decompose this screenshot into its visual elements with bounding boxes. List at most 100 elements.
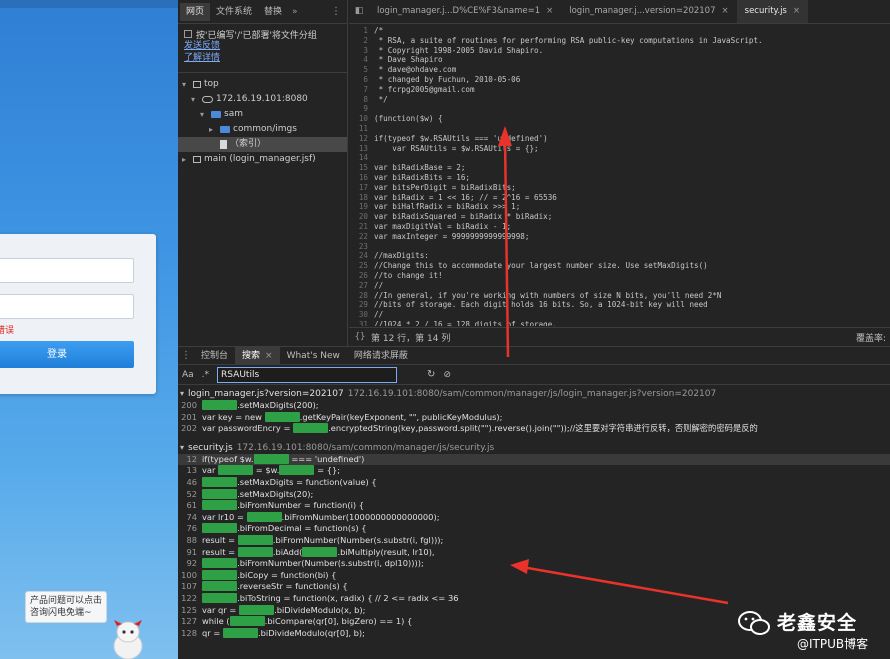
result-line[interactable]: 61 RSAUtils.biFromNumber = function(i) { <box>178 500 890 512</box>
line-number[interactable]: 22 <box>349 232 374 242</box>
result-line[interactable]: 201 var key = new RSAUtils.getKeyPair(key… <box>178 411 890 424</box>
tree-item[interactable]: ▾ top <box>178 77 347 92</box>
line-number[interactable]: 28 <box>349 291 374 301</box>
tree-item[interactable]: ▸ main (login_manager.jsf) <box>178 152 347 167</box>
refresh-icon[interactable]: ↻ <box>427 369 435 380</box>
line-number[interactable]: 9 <box>349 104 374 114</box>
line-number[interactable]: 7 <box>349 85 374 95</box>
editor-tab[interactable]: security.js × <box>736 0 808 23</box>
line-number[interactable]: 13 <box>349 144 374 154</box>
line-number[interactable]: 14 <box>349 153 374 163</box>
drawer-tab[interactable]: 控制台 <box>194 347 235 365</box>
group-checkbox[interactable] <box>184 30 192 38</box>
line-number[interactable]: 16 <box>349 173 374 183</box>
more-tabs-button[interactable]: » <box>288 7 302 17</box>
line-number[interactable]: 26 <box>349 271 374 281</box>
tree-item[interactable]: ▾ sam <box>178 107 347 122</box>
line-number[interactable]: 30 <box>349 310 374 320</box>
close-icon[interactable]: × <box>546 6 553 16</box>
line-number[interactable]: 1 <box>349 26 374 36</box>
line-number[interactable]: 5 <box>349 65 374 75</box>
clear-icon[interactable]: ⊘ <box>443 370 451 380</box>
code-view[interactable]: 1/* 2 * RSA, a suite of routines for perf… <box>349 26 890 326</box>
line-number[interactable]: 24 <box>349 251 374 261</box>
close-icon[interactable]: × <box>722 6 729 16</box>
tree-item[interactable]: ▸ common/imgs <box>178 122 347 137</box>
collapsed-arrow-icon[interactable]: ▸ <box>209 122 217 137</box>
login-button[interactable]: 登录 <box>0 341 134 368</box>
line-number[interactable]: 18 <box>349 193 374 203</box>
expanded-arrow-icon[interactable]: ▾ <box>191 92 199 107</box>
collapsed-arrow-icon[interactable]: ▸ <box>182 152 190 167</box>
line-number[interactable]: 31 <box>349 320 374 326</box>
pretty-print-button[interactable]: {} <box>349 332 371 342</box>
mascot-icon[interactable] <box>108 620 148 659</box>
line-number[interactable]: 21 <box>349 222 374 232</box>
close-icon[interactable]: × <box>793 6 800 16</box>
group-by-authored-row[interactable]: 按'已编写'/'已部署'将文件分组 <box>178 24 347 41</box>
result-line[interactable]: 12 if(typeof $w.RSAUtils === 'undefined') <box>178 453 890 466</box>
line-number[interactable]: 4 <box>349 55 374 65</box>
match-highlight: RSAUtils <box>302 546 338 557</box>
result-line[interactable]: 88 result = RSAUtils.biFromNumber(Number(… <box>178 534 890 547</box>
result-line[interactable]: 92 RSAUtils.biFromNumber(Number(s.substr(… <box>178 558 890 570</box>
tab-filesystem[interactable]: 文件系统 <box>210 3 258 21</box>
line-number[interactable]: 23 <box>349 242 374 252</box>
result-file-header[interactable]: ▾ login_manager.js?version=202107 172.16.1… <box>178 387 890 400</box>
line-number[interactable]: 3 <box>349 46 374 56</box>
line-number[interactable]: 8 <box>349 95 374 105</box>
send-feedback-link[interactable]: 发送反馈 <box>178 40 347 52</box>
line-number[interactable]: 27 <box>349 281 374 291</box>
result-line[interactable]: 122 RSAUtils.biToString = function(x, rad… <box>178 592 890 605</box>
line-number[interactable]: 25 <box>349 261 374 271</box>
expanded-arrow-icon[interactable]: ▾ <box>180 387 188 400</box>
result-line[interactable]: 91 result = RSAUtils.biAdd(RSAUtils.biMul… <box>178 546 890 559</box>
result-line[interactable]: 107 RSAUtils.reverseStr = function(s) { <box>178 581 890 593</box>
navigator-menu-icon[interactable]: ⋮ <box>331 6 341 17</box>
tab-overrides[interactable]: 替换 <box>258 3 288 21</box>
result-line[interactable]: 202 var passwordEncry = RSAUtils.encrypte… <box>178 423 890 435</box>
result-line-number: 201 <box>181 411 197 422</box>
close-icon[interactable]: × <box>265 351 273 361</box>
line-number[interactable]: 6 <box>349 75 374 85</box>
username-input[interactable] <box>0 258 134 283</box>
expanded-arrow-icon[interactable]: ▾ <box>180 441 188 454</box>
line-number[interactable]: 11 <box>349 124 374 134</box>
tree-item[interactable]: （索引） <box>178 137 347 152</box>
result-line[interactable]: 76 RSAUtils.biFromDecimal = function(s) { <box>178 523 890 535</box>
expanded-arrow-icon[interactable]: ▾ <box>200 107 208 122</box>
line-number[interactable]: 17 <box>349 183 374 193</box>
editor-tab[interactable]: login_manager.j...D%CE%F3&name=1 × <box>369 0 561 23</box>
result-line[interactable]: 74 var lr10 = RSAUtils.biFromNumber(10000… <box>178 511 890 524</box>
editor-tab[interactable]: login_manager.j...version=202107 × <box>561 0 736 23</box>
result-line[interactable]: 46 RSAUtils.setMaxDigits = function(value… <box>178 476 890 489</box>
search-input[interactable]: RSAUtils <box>217 366 398 383</box>
line-number[interactable]: 19 <box>349 202 374 212</box>
result-line[interactable]: 200 RSAUtils.setMaxDigits(200); <box>178 400 890 412</box>
result-file-header[interactable]: ▾ security.js 172.16.19.101:8080/sam/commo… <box>178 441 890 454</box>
line-number[interactable]: 10 <box>349 114 374 124</box>
line-number[interactable]: 20 <box>349 212 374 222</box>
line-number[interactable]: 15 <box>349 163 374 173</box>
password-input[interactable] <box>0 294 134 319</box>
drawer-menu-icon[interactable]: ⋮ <box>178 350 194 361</box>
regex-button[interactable]: .* <box>202 370 209 380</box>
match-case-button[interactable]: Aa <box>182 370 194 380</box>
result-line[interactable]: 100 RSAUtils.biCopy = function(bi) { <box>178 569 890 582</box>
tab-page[interactable]: 网页 <box>180 2 211 21</box>
tree-item[interactable]: ▾ 172.16.19.101:8080 <box>178 92 347 107</box>
drawer-tab[interactable]: What's New <box>280 347 347 365</box>
result-line[interactable]: 52 RSAUtils.setMaxDigits(20); <box>178 488 890 501</box>
result-line[interactable]: 13 var RSAUtils = $w.RSAUtils = {}; <box>178 465 890 477</box>
learn-more-link[interactable]: 了解详情 <box>178 52 347 64</box>
help-bubble[interactable]: 产品问题可以点击咨询闪电免端~ <box>25 591 107 623</box>
result-text: RSAUtils.setMaxDigits(200); <box>202 400 319 412</box>
toggle-navigator-icon[interactable]: ◧ <box>349 0 369 23</box>
code-text: var maxInteger = 9999999999999998; <box>374 231 530 241</box>
line-number[interactable]: 12 <box>349 134 374 144</box>
line-number[interactable]: 2 <box>349 36 374 46</box>
expanded-arrow-icon[interactable]: ▾ <box>182 77 190 92</box>
drawer-tab[interactable]: 搜索 × <box>235 346 280 365</box>
drawer-tab[interactable]: 网络请求屏蔽 <box>347 347 415 365</box>
line-number[interactable]: 29 <box>349 300 374 310</box>
